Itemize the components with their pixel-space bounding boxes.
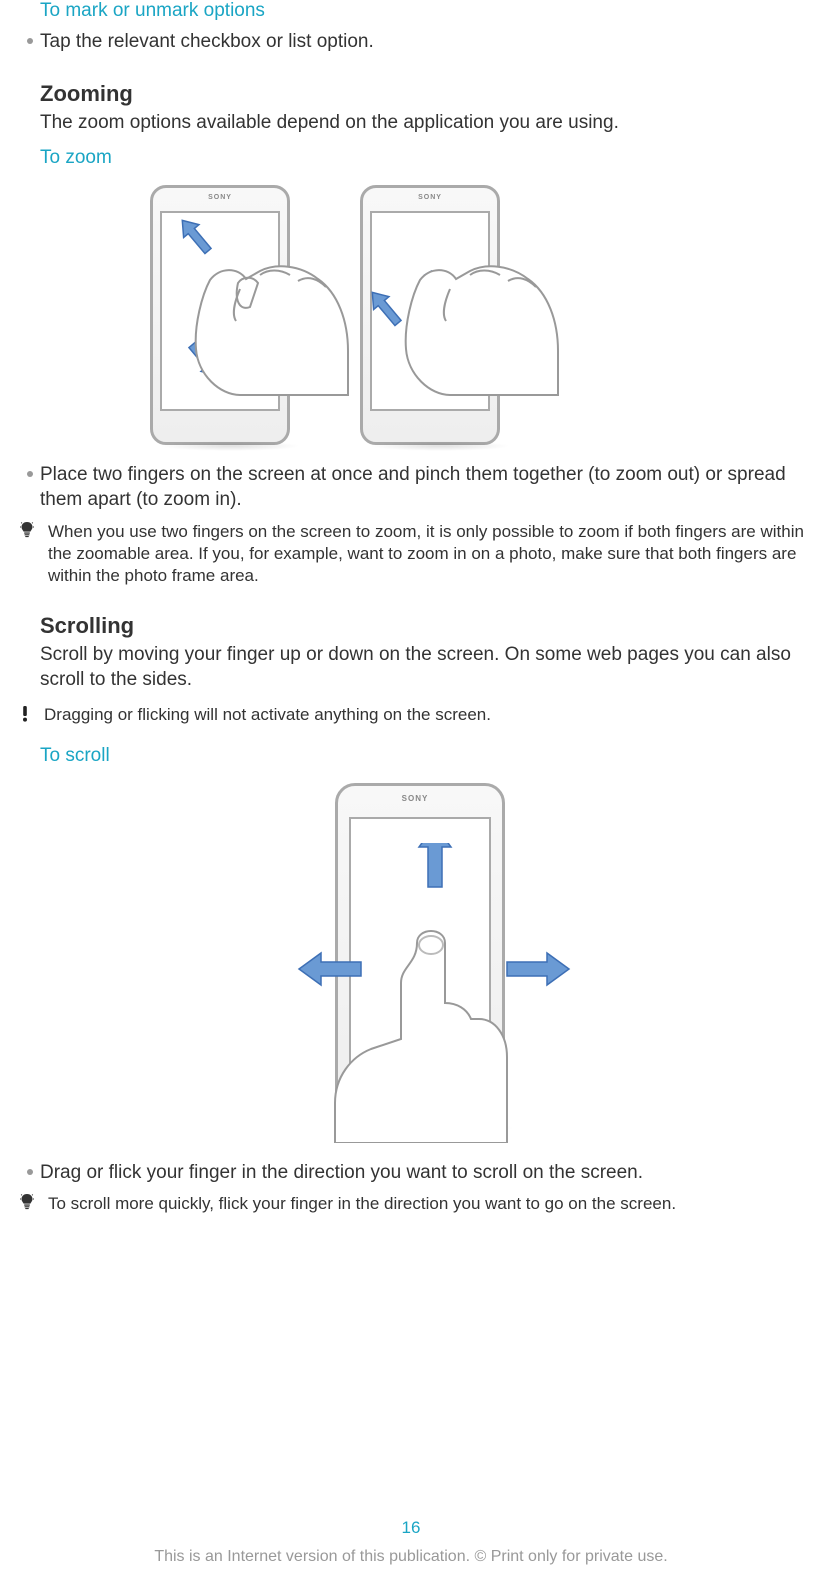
heading-scrolling: Scrolling (40, 613, 810, 639)
sub-heading-to-scroll: To scroll (40, 745, 810, 767)
heading-zooming: Zooming (40, 81, 810, 107)
bullet-dot-icon (20, 1161, 40, 1175)
page-number: 16 (0, 1518, 822, 1538)
pinch-in-hand-icon (180, 225, 360, 425)
sub-heading-mark: To mark or unmark options (40, 0, 810, 22)
phone-spread-illustration: SONY (350, 185, 510, 445)
sub-heading-to-zoom: To zoom (40, 147, 810, 169)
bullet-text: Place two fingers on the screen at once … (40, 463, 810, 512)
bullet-text: Tap the relevant checkbox or list option… (40, 30, 810, 55)
tip-text: To scroll more quickly, flick your finge… (48, 1193, 810, 1215)
scroll-hand-icon (295, 843, 575, 1143)
body-text-scroll: Scroll by moving your finger up or down … (40, 643, 810, 692)
tip-text: When you use two fingers on the screen t… (48, 521, 810, 587)
spread-hand-icon (390, 225, 570, 425)
bullet-dot-icon (20, 30, 40, 44)
phone-brand-label: SONY (140, 194, 300, 201)
footer-text: This is an Internet version of this publ… (0, 1548, 822, 1566)
phone-brand-label: SONY (315, 794, 515, 803)
tip-row: To scroll more quickly, flick your finge… (20, 1193, 810, 1215)
bullet-row: Drag or flick your finger in the directi… (20, 1161, 810, 1186)
body-text-zoom: The zoom options available depend on the… (40, 111, 810, 136)
exclamation-note-icon (20, 704, 44, 722)
phone-brand-label: SONY (350, 194, 510, 201)
bullet-dot-icon (20, 463, 40, 477)
phone-pinch-in-illustration: SONY (140, 185, 300, 445)
bullet-row: Place two fingers on the screen at once … (20, 463, 810, 512)
note-text: Dragging or flicking will not activate a… (44, 704, 810, 726)
bullet-row: Tap the relevant checkbox or list option… (20, 30, 810, 55)
lightbulb-tip-icon (20, 1193, 48, 1211)
phone-scroll-illustration: SONY (315, 783, 515, 1143)
tip-row: When you use two fingers on the screen t… (20, 521, 810, 587)
bullet-text: Drag or flick your finger in the directi… (40, 1161, 810, 1186)
zoom-illustration-row: SONY (140, 185, 810, 445)
note-row: Dragging or flicking will not activate a… (20, 704, 810, 726)
lightbulb-tip-icon (20, 521, 48, 539)
scroll-illustration-row: SONY (20, 783, 810, 1143)
